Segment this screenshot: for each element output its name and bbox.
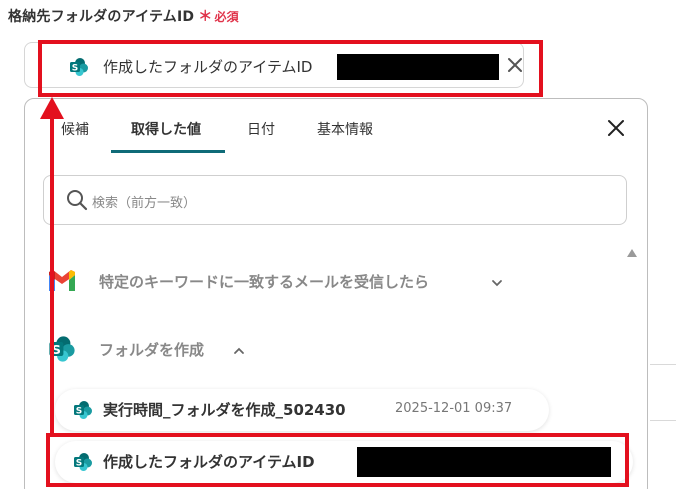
scroll-up-arrow[interactable] <box>627 249 637 257</box>
group-label: フォルダを作成 <box>99 341 205 359</box>
group-label: 特定のキーワードに一致するメールを受信したら <box>99 273 430 291</box>
required-mark: ＊ <box>198 9 213 25</box>
tab-bar: 候補 取得した値 日付 基本情報 <box>25 99 647 155</box>
tab-basic-info[interactable]: 基本情報 <box>317 119 373 139</box>
tab-date[interactable]: 日付 <box>247 119 275 139</box>
search-input[interactable]: 検索（前方一致） <box>43 175 627 225</box>
active-tab-indicator <box>111 150 225 153</box>
chevron-up-icon <box>234 347 244 354</box>
arrow-up-icon <box>40 97 64 119</box>
list-item-execution-time[interactable]: S 実行時間_フォルダを作成_502430 2025-12-01 09:37 <box>55 389 549 431</box>
svg-text:S: S <box>76 407 82 417</box>
field-label-text: 格納先フォルダのアイテムID <box>8 9 195 25</box>
divider <box>650 420 676 421</box>
popup-close-button[interactable] <box>603 115 629 141</box>
close-icon <box>608 120 624 136</box>
item-label: 実行時間_フォルダを作成_502430 <box>103 401 346 419</box>
required-badge: 必須 <box>214 10 239 24</box>
annotation-highlight-top <box>38 40 543 97</box>
divider <box>650 364 676 365</box>
group-gmail-trigger[interactable]: 特定のキーワードに一致するメールを受信したら <box>47 265 527 297</box>
item-timestamp: 2025-12-01 09:37 <box>395 401 513 416</box>
value-picker-popup: 候補 取得した値 日付 基本情報 検索（前方一致） 特定のキーワードに一致するメ… <box>24 98 648 489</box>
group-create-folder[interactable]: S フォルダを作成 <box>47 333 287 365</box>
sharepoint-icon: S <box>73 400 93 424</box>
chevron-down-icon <box>492 280 502 287</box>
annotation-arrow-shaft <box>50 112 54 436</box>
search-icon <box>66 189 88 215</box>
search-placeholder: 検索（前方一致） <box>92 196 197 211</box>
annotation-highlight-bottom <box>46 433 629 487</box>
tab-candidates[interactable]: 候補 <box>61 119 89 139</box>
field-label: 格納先フォルダのアイテムID ＊必須 <box>8 6 239 26</box>
tab-acquired-values[interactable]: 取得した値 <box>131 119 201 139</box>
